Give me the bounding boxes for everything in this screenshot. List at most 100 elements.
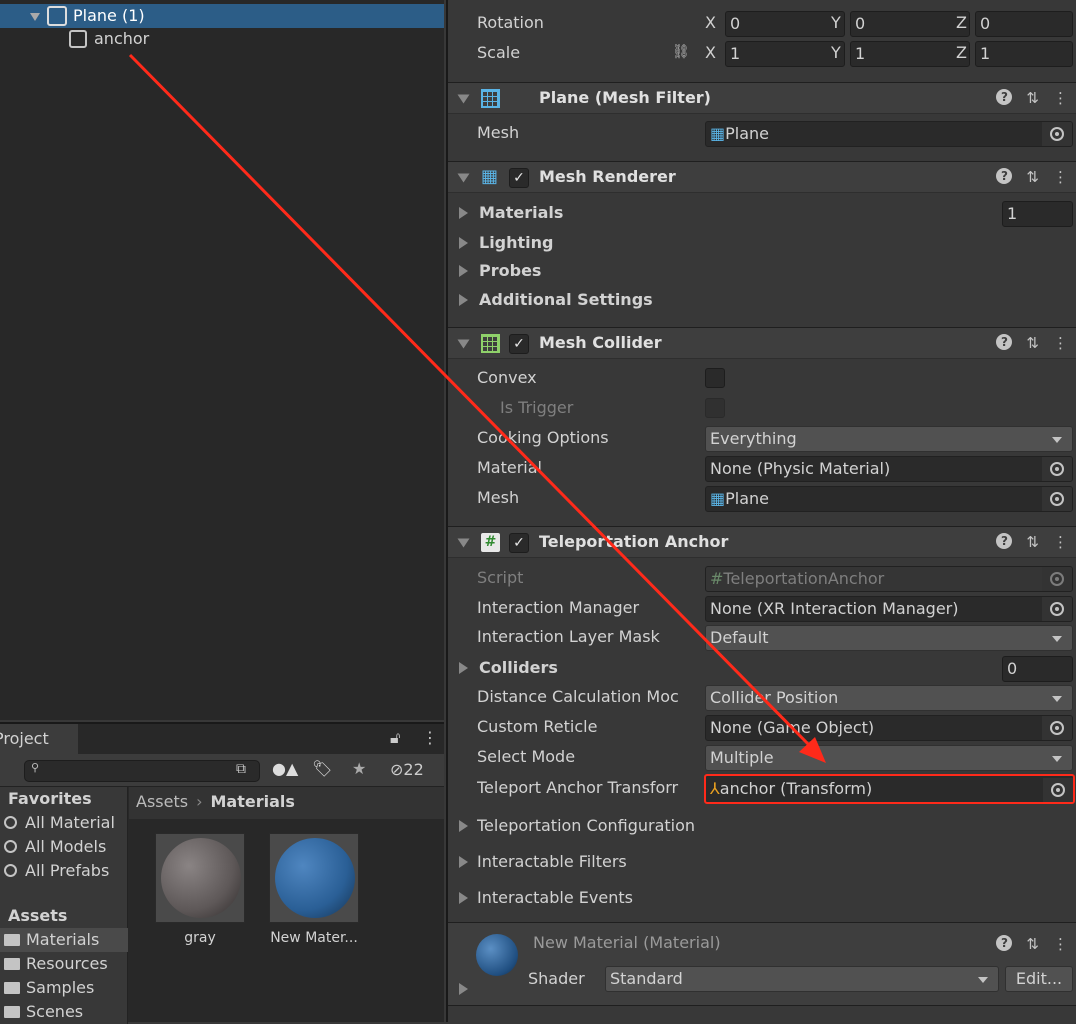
help-icon[interactable]: ? bbox=[996, 89, 1013, 105]
expand-arrow-icon[interactable] bbox=[30, 13, 40, 21]
more-icon[interactable]: ⋮ bbox=[1053, 89, 1068, 107]
unlink-icon[interactable]: ⛓ bbox=[672, 44, 690, 60]
collider-mesh-field[interactable]: ▦Plane bbox=[705, 486, 1073, 512]
assets-header[interactable]: Assets bbox=[0, 904, 128, 928]
favorite-all-materials[interactable]: All Material bbox=[0, 811, 128, 835]
help-icon[interactable]: ? bbox=[996, 334, 1013, 350]
object-picker-icon[interactable] bbox=[1042, 597, 1072, 621]
expand-arrow-icon[interactable] bbox=[459, 662, 468, 674]
open-search-window-icon[interactable]: ⧉ bbox=[236, 761, 246, 777]
collapse-arrow-icon[interactable] bbox=[457, 339, 470, 349]
breadcrumb-assets[interactable]: Assets bbox=[136, 792, 188, 811]
physic-material-field[interactable]: None (Physic Material) bbox=[705, 456, 1073, 482]
lock-icon[interactable]: 🔓︎ bbox=[390, 728, 400, 748]
is-trigger-checkbox[interactable] bbox=[705, 398, 725, 418]
presets-icon[interactable]: ⇅ bbox=[1026, 168, 1039, 186]
materials-count-field[interactable]: 1 bbox=[1002, 201, 1073, 227]
presets-icon[interactable]: ⇅ bbox=[1026, 334, 1039, 352]
collapse-arrow-icon[interactable] bbox=[457, 173, 470, 183]
materials-row[interactable]: Materials 1 bbox=[448, 198, 1076, 228]
more-icon[interactable]: ⋮ bbox=[1053, 935, 1068, 953]
lighting-row[interactable]: Lighting bbox=[448, 228, 1076, 258]
teleport-anchor-transform-field[interactable]: ⅄anchor (Transform) bbox=[704, 774, 1075, 804]
probes-row[interactable]: Probes bbox=[448, 256, 1076, 286]
distance-calculation-dropdown[interactable]: Collider Position bbox=[705, 685, 1073, 711]
collapse-arrow-icon[interactable] bbox=[457, 538, 470, 548]
object-picker-icon[interactable] bbox=[1042, 122, 1072, 146]
favorites-star-icon[interactable]: ★ bbox=[352, 759, 366, 778]
favorites-header[interactable]: Favorites bbox=[0, 787, 128, 811]
tab-project[interactable]: Project bbox=[0, 724, 78, 754]
expand-arrow-icon[interactable] bbox=[459, 983, 468, 995]
scale-z-field[interactable]: 1 bbox=[975, 41, 1073, 67]
hierarchy-item-plane[interactable]: Plane (1) bbox=[0, 4, 444, 28]
interaction-manager-field[interactable]: None (XR Interaction Manager) bbox=[705, 596, 1073, 622]
presets-icon[interactable]: ⇅ bbox=[1026, 89, 1039, 107]
filter-by-label-icon[interactable]: 🏷︎ bbox=[312, 759, 332, 778]
collapse-arrow-icon[interactable] bbox=[457, 94, 470, 104]
colliders-row[interactable]: Colliders 0 bbox=[448, 653, 1076, 683]
interaction-layer-mask-dropdown[interactable]: Default bbox=[705, 625, 1073, 651]
custom-reticle-field[interactable]: None (Game Object) bbox=[705, 715, 1073, 741]
hierarchy-item-anchor[interactable]: anchor bbox=[0, 27, 444, 51]
help-icon[interactable]: ? bbox=[996, 168, 1013, 184]
search-input[interactable]: ⚲ bbox=[24, 760, 260, 782]
expand-arrow-icon[interactable] bbox=[459, 207, 468, 219]
enabled-checkbox[interactable]: ✓ bbox=[509, 334, 529, 354]
more-icon[interactable]: ⋮ bbox=[422, 728, 438, 747]
help-icon[interactable]: ? bbox=[996, 533, 1013, 549]
script-icon: # bbox=[710, 569, 724, 588]
favorite-all-prefabs[interactable]: All Prefabs bbox=[0, 859, 128, 883]
mesh-renderer-header[interactable]: ▦ ✓ Mesh Renderer ? ⇅ ⋮ bbox=[448, 161, 1076, 193]
inspector-panel: Rotation X 0 Y 0 Z 0 Scale ⛓ X 1 Y 1 Z 1… bbox=[446, 0, 1076, 1022]
rotation-z-field[interactable]: 0 bbox=[975, 11, 1073, 37]
expand-arrow-icon[interactable] bbox=[459, 237, 468, 249]
folder-samples[interactable]: Samples bbox=[0, 976, 128, 1000]
breadcrumb-materials[interactable]: Materials bbox=[210, 792, 294, 811]
shader-dropdown[interactable]: Standard bbox=[605, 966, 999, 992]
more-icon[interactable]: ⋮ bbox=[1053, 334, 1068, 352]
enabled-checkbox[interactable]: ✓ bbox=[509, 533, 529, 553]
mesh-collider-header[interactable]: ✓ Mesh Collider ? ⇅ ⋮ bbox=[448, 327, 1076, 359]
filter-by-type-icon[interactable]: ●▲ bbox=[272, 759, 298, 778]
expand-arrow-icon[interactable] bbox=[459, 265, 468, 277]
select-mode-dropdown[interactable]: Multiple bbox=[705, 745, 1073, 771]
asset-new-material[interactable] bbox=[269, 833, 359, 923]
more-icon[interactable]: ⋮ bbox=[1053, 533, 1068, 551]
presets-icon[interactable]: ⇅ bbox=[1026, 533, 1039, 551]
rotation-y-field[interactable]: 0 bbox=[850, 11, 970, 37]
folder-materials[interactable]: Materials bbox=[0, 928, 128, 952]
teleportation-configuration-row[interactable]: Teleportation Configuration bbox=[448, 811, 1076, 841]
expand-arrow-icon[interactable] bbox=[459, 856, 468, 868]
additional-settings-row[interactable]: Additional Settings bbox=[448, 285, 1076, 315]
mesh-value: Plane bbox=[725, 489, 770, 508]
object-picker-icon[interactable] bbox=[1042, 487, 1072, 511]
presets-icon[interactable]: ⇅ bbox=[1026, 935, 1039, 953]
expand-arrow-icon[interactable] bbox=[459, 820, 468, 832]
mesh-field[interactable]: ▦Plane bbox=[705, 121, 1073, 147]
object-picker-icon[interactable] bbox=[1043, 778, 1073, 802]
interactable-events-row[interactable]: Interactable Events bbox=[448, 883, 1076, 913]
edit-shader-button[interactable]: Edit... bbox=[1005, 966, 1073, 992]
rotation-x-field[interactable]: 0 bbox=[725, 11, 845, 37]
asset-gray[interactable] bbox=[155, 833, 245, 923]
folder-scenes[interactable]: Scenes bbox=[0, 1000, 128, 1024]
hidden-packages-toggle[interactable]: ⊘22 bbox=[390, 760, 424, 779]
favorite-all-models[interactable]: All Models bbox=[0, 835, 128, 859]
scale-x-field[interactable]: 1 bbox=[725, 41, 845, 67]
enabled-checkbox[interactable]: ✓ bbox=[509, 168, 529, 188]
convex-checkbox[interactable] bbox=[705, 368, 725, 388]
object-picker-icon[interactable] bbox=[1042, 457, 1072, 481]
mesh-filter-header[interactable]: Plane (Mesh Filter) ? ⇅ ⋮ bbox=[448, 82, 1076, 114]
more-icon[interactable]: ⋮ bbox=[1053, 168, 1068, 186]
expand-arrow-icon[interactable] bbox=[459, 294, 468, 306]
expand-arrow-icon[interactable] bbox=[459, 892, 468, 904]
interactable-filters-row[interactable]: Interactable Filters bbox=[448, 847, 1076, 877]
help-icon[interactable]: ? bbox=[996, 935, 1013, 951]
teleportation-anchor-header[interactable]: # ✓ Teleportation Anchor ? ⇅ ⋮ bbox=[448, 526, 1076, 558]
colliders-count-field[interactable]: 0 bbox=[1002, 656, 1073, 682]
folder-resources[interactable]: Resources bbox=[0, 952, 128, 976]
object-picker-icon[interactable] bbox=[1042, 716, 1072, 740]
scale-y-field[interactable]: 1 bbox=[850, 41, 970, 67]
cooking-options-dropdown[interactable]: Everything bbox=[705, 426, 1073, 452]
